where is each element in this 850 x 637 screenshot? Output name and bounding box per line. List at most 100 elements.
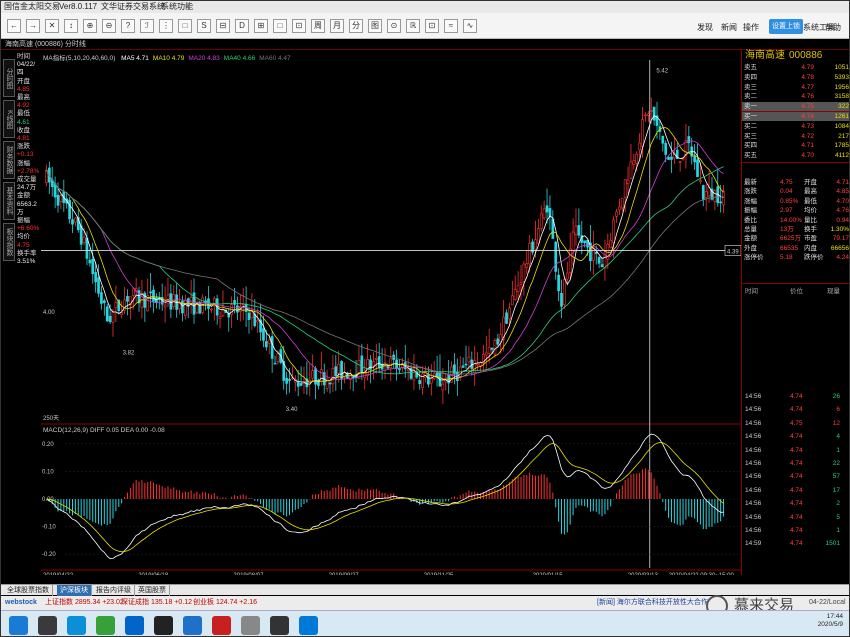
left-tab-0[interactable]: 分时图 <box>3 59 15 97</box>
toolbar-right-0[interactable]: 发现 <box>697 22 713 33</box>
toolbar-button-15[interactable]: ⊡ <box>292 19 306 33</box>
info-label: 最高 <box>17 94 30 102</box>
toolbar-button-22[interactable]: ⊡ <box>425 19 439 33</box>
bottom-tab-3[interactable]: 英国股票 <box>135 585 170 596</box>
toolbar-button-24[interactable]: ∿ <box>463 19 477 33</box>
taskbar-app-icon[interactable] <box>299 616 318 635</box>
sh-index[interactable]: 上证指数 2895.34 +23.02 <box>45 596 124 610</box>
crosshair-price-label: 4.39 <box>727 249 739 255</box>
news-ticker[interactable]: [新闻] 海尔方联合科技开放性大合作 <box>597 596 708 610</box>
toolbar-button-18[interactable]: 分 <box>349 19 363 33</box>
order-book-row[interactable]: 买三 4.72 217 <box>742 132 849 141</box>
candle-body <box>126 296 129 302</box>
menu-item-0[interactable]: 文华证券交易系统 <box>101 1 165 13</box>
toolbar-button-0[interactable]: ← <box>7 19 21 33</box>
taskbar-app-icon[interactable] <box>67 616 86 635</box>
toolbar-button-23[interactable]: ≈ <box>444 19 458 33</box>
toolbar-button-14[interactable]: □ <box>273 19 287 33</box>
toolbar-button-2[interactable]: ✕ <box>45 19 59 33</box>
order-book-volume: 4112 <box>835 152 849 160</box>
candle-body <box>314 368 317 385</box>
order-book-row[interactable]: 卖一 4.75 322 <box>742 102 849 112</box>
toolbar-right-3[interactable]: 设置上锁 <box>769 19 803 34</box>
toolbar-button-3[interactable]: ↕ <box>64 19 78 33</box>
toolbar-button-6[interactable]: ? <box>121 19 135 33</box>
info-label: 收盘 <box>17 126 30 134</box>
order-book-row[interactable]: 买一 4.74 1261 <box>742 112 849 121</box>
candle-body <box>644 114 647 117</box>
candle-body <box>149 291 152 294</box>
toolbar-button-11[interactable]: ⊟ <box>216 19 230 33</box>
order-book-row[interactable]: 卖三 4.77 1956 <box>742 83 849 92</box>
taskbar-app-icon[interactable] <box>9 616 28 635</box>
cy-index[interactable]: 创业板 124.74 +2.16 <box>193 596 257 610</box>
order-book-row[interactable]: 卖四 4.78 5393 <box>742 73 849 82</box>
order-book-label: 卖三 <box>744 83 757 91</box>
order-book-volume: 217 <box>838 132 849 140</box>
sz-index[interactable]: 深证成指 135.18 +0.12 <box>121 596 192 610</box>
toolbar-button-1[interactable]: → <box>26 19 40 33</box>
candle-body <box>476 363 479 366</box>
candle-body <box>337 363 341 374</box>
toolbar-right-1[interactable]: 新闻 <box>721 22 737 33</box>
taskbar-app-icon[interactable] <box>154 616 173 635</box>
bottom-tab-0[interactable]: 全球股票指数 <box>4 585 53 596</box>
quote-label: 跌停价 <box>804 254 824 262</box>
quote-value: 2.97 <box>780 207 793 215</box>
taskbar-app-icon[interactable] <box>241 616 260 635</box>
candle-body <box>111 311 115 323</box>
taskbar-app-icon[interactable] <box>212 616 231 635</box>
candle-body <box>626 179 630 184</box>
toolbar-button-9[interactable]: □ <box>178 19 192 33</box>
order-book-row[interactable]: 买五 4.70 4112 <box>742 151 849 160</box>
order-book-row[interactable]: 卖二 4.76 3158 <box>742 92 849 101</box>
candle-body <box>534 239 537 250</box>
toolbar-button-12[interactable]: D <box>235 19 249 33</box>
toolbar-button-4[interactable]: ⊕ <box>83 19 97 33</box>
menu-item-1[interactable]: 系统功能 <box>161 1 193 13</box>
left-tab-3[interactable]: 基本资料 <box>3 182 15 220</box>
candle-body <box>545 205 549 213</box>
toolbar-button-17[interactable]: 月 <box>330 19 344 33</box>
order-book-row[interactable]: 卖五 4.79 1051 <box>742 63 849 72</box>
order-book-row[interactable]: 买二 4.73 1084 <box>742 122 849 131</box>
chart-tab-label[interactable]: 海南高速 (000886) 分时线 <box>5 39 86 50</box>
toolbar-button-20[interactable]: ⊙ <box>387 19 401 33</box>
toolbar-button-21[interactable]: ℝ <box>406 19 420 33</box>
left-tab-1[interactable]: K线图 <box>3 100 15 138</box>
candle-body <box>418 380 422 385</box>
tick-price: 4.74 <box>790 433 803 441</box>
candle-body <box>218 316 222 319</box>
info-value: 4.81 <box>17 135 30 143</box>
toolbar-button-10[interactable]: S <box>197 19 211 33</box>
toolbar-button-8[interactable]: ⋮ <box>159 19 173 33</box>
candle-body <box>97 277 100 294</box>
toolbar-button-19[interactable]: 图 <box>368 19 382 33</box>
taskbar-app-icon[interactable] <box>125 616 144 635</box>
taskbar-app-icon[interactable] <box>96 616 115 635</box>
candle-body <box>609 240 613 249</box>
candle-body <box>612 219 615 243</box>
toolbar-button-7[interactable]: ℐ <box>140 19 154 33</box>
toolbar-button-5[interactable]: ⊖ <box>102 19 116 33</box>
left-tab-2[interactable]: 财务数据 <box>3 141 15 179</box>
left-tab-4[interactable]: 板块指数 <box>3 223 15 261</box>
order-book-label: 卖一 <box>744 103 757 111</box>
kline-chart[interactable]: 4.00 5.42 3.82 3.40 250天 4.39 0.20 0.10 0.00 -0.1… <box>41 50 741 575</box>
toolbar-button-16[interactable]: 周 <box>311 19 325 33</box>
x-axis-date-label: 2020/03/13 <box>628 573 659 575</box>
toolbar-right-2[interactable]: 操作 <box>743 22 759 33</box>
x-axis-date-label: 2019/04/22 <box>43 573 74 575</box>
taskbar-app-icon[interactable] <box>38 616 57 635</box>
candle-body <box>386 366 390 369</box>
ma-line <box>46 166 724 375</box>
toolbar-right-5[interactable]: 帮助 <box>825 22 841 33</box>
bottom-tab-2[interactable]: 报告内评级 <box>93 585 135 596</box>
toolbar-button-13[interactable]: ⊞ <box>254 19 268 33</box>
x-axis-date-label: 2020/04/22 09:30~15:00 <box>669 573 735 575</box>
clock-time: 17:44 <box>826 613 843 620</box>
bottom-tab-1[interactable]: 沪深板块 <box>57 585 92 596</box>
taskbar-app-icon[interactable] <box>270 616 289 635</box>
order-book-row[interactable]: 买四 4.71 1785 <box>742 141 849 150</box>
taskbar-app-icon[interactable] <box>183 616 202 635</box>
